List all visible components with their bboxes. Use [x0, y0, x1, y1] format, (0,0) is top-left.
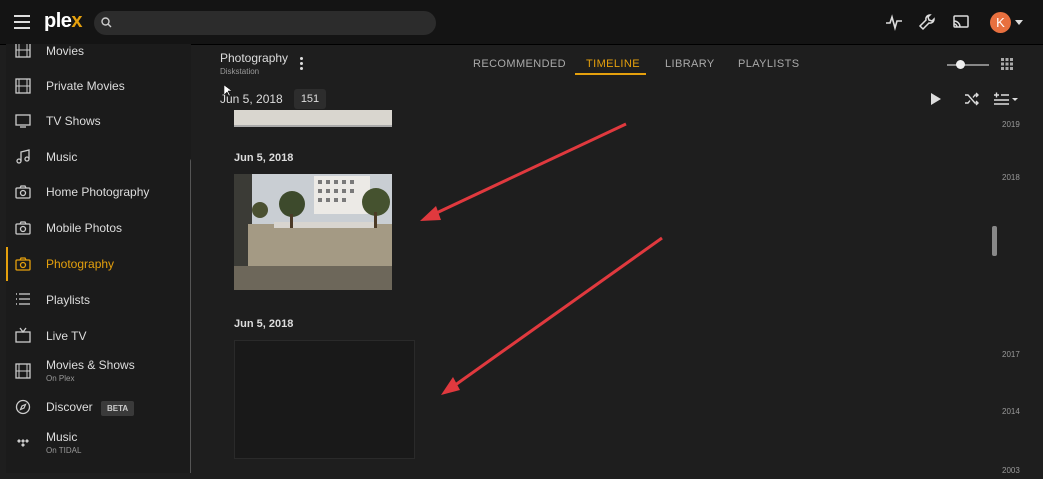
- search-input[interactable]: [120, 14, 424, 34]
- film-icon: [15, 44, 31, 58]
- grid-view-icon[interactable]: [1001, 58, 1013, 70]
- photo-thumbnail-placeholder[interactable]: [234, 340, 415, 459]
- sidebar-item-sublabel: On TIDAL: [46, 446, 82, 455]
- sidebar-item-label: Discover: [46, 400, 93, 414]
- tab-recommended[interactable]: RECOMMENDED: [473, 58, 566, 70]
- timeline-year[interactable]: 2018: [1002, 173, 1020, 182]
- sidebar-item-label: Movies: [46, 44, 85, 58]
- live-tv-icon: [15, 327, 31, 343]
- sidebar-scrollbar[interactable]: [190, 159, 191, 473]
- logo-text: ple: [44, 10, 72, 32]
- annotation-arrow: [450, 236, 663, 390]
- group-date-heading: Jun 5, 2018: [234, 152, 294, 164]
- wrench-icon[interactable]: [917, 12, 937, 32]
- add-to-playlist-icon[interactable]: [993, 92, 1019, 106]
- list-icon: [16, 293, 30, 305]
- timeline-year[interactable]: 2017: [1002, 350, 1020, 359]
- sidebar-item-tv-shows[interactable]: TV Shows: [6, 104, 184, 138]
- tab-playlists[interactable]: PLAYLISTS: [738, 58, 799, 70]
- camera-icon: [15, 221, 31, 235]
- photo-image: [234, 174, 392, 290]
- annotation-arrow: [429, 122, 627, 218]
- zoom-slider[interactable]: [947, 64, 989, 66]
- sidebar-item-label: Movies & Shows: [46, 358, 135, 372]
- group-date-heading: Jun 5, 2018: [234, 318, 294, 330]
- cast-icon[interactable]: [951, 12, 971, 32]
- sidebar: Movies Private Movies TV Shows Music Hom…: [6, 44, 191, 473]
- sidebar-item-label: Music: [46, 150, 78, 164]
- camera-icon: [15, 185, 31, 199]
- timeline-year[interactable]: 2003: [1002, 466, 1020, 475]
- active-tab-indicator: [575, 73, 646, 75]
- sidebar-item-label: Home Photography: [46, 185, 150, 199]
- sidebar-item-label: Music: [46, 430, 78, 444]
- arrowhead: [441, 377, 460, 395]
- timeline-scroll-handle[interactable]: [992, 226, 997, 256]
- arrowhead: [420, 206, 441, 221]
- sidebar-item-label: Mobile Photos: [46, 221, 123, 235]
- sidebar-item-private-movies[interactable]: Private Movies: [6, 69, 184, 103]
- sidebar-item-music-tidal[interactable]: Music On TIDAL: [6, 426, 184, 460]
- sidebar-item-label: Photography: [46, 257, 115, 271]
- film-icon: [15, 78, 31, 94]
- sidebar-item-photography[interactable]: Photography: [6, 247, 186, 281]
- sidebar-item-playlists[interactable]: Playlists: [6, 282, 184, 316]
- tab-library[interactable]: LIBRARY: [665, 58, 715, 70]
- sidebar-item-movies[interactable]: Movies: [6, 44, 184, 67]
- library-title: Photography: [220, 51, 289, 65]
- shuffle-icon[interactable]: [964, 92, 980, 106]
- sidebar-item-movies-shows[interactable]: Movies & Shows On Plex: [6, 354, 184, 388]
- tidal-icon: [17, 439, 29, 447]
- timeline-year[interactable]: 2019: [1002, 120, 1020, 129]
- activity-icon[interactable]: [884, 12, 904, 32]
- search-box[interactable]: [94, 11, 436, 35]
- sidebar-item-mobile-photos[interactable]: Mobile Photos: [6, 211, 184, 245]
- tab-timeline[interactable]: TIMELINE: [586, 58, 640, 70]
- hamburger-menu-icon[interactable]: [14, 15, 30, 29]
- more-options-icon[interactable]: [300, 57, 304, 72]
- photo-thumbnail[interactable]: [234, 110, 392, 127]
- play-icon[interactable]: [930, 92, 942, 106]
- beta-badge: BETA: [101, 401, 135, 416]
- sidebar-item-live-tv[interactable]: Live TV: [6, 318, 184, 352]
- plex-logo[interactable]: plex: [44, 10, 83, 33]
- top-bar: plex K: [0, 0, 1043, 45]
- server-name: Diskstation: [220, 67, 260, 76]
- item-count-badge: 151: [294, 89, 326, 109]
- timeline-year[interactable]: 2014: [1002, 407, 1020, 416]
- account-dropdown-icon[interactable]: [1015, 20, 1023, 25]
- zoom-slider-handle[interactable]: [956, 60, 965, 69]
- sidebar-item-label: TV Shows: [46, 114, 101, 128]
- sidebar-item-discover[interactable]: Discover BETA: [6, 390, 184, 424]
- music-note-icon: [16, 149, 30, 164]
- sidebar-item-home-photography[interactable]: Home Photography: [6, 175, 184, 209]
- mouse-cursor-icon: [224, 85, 232, 97]
- tv-icon: [15, 114, 31, 128]
- sidebar-item-label: Live TV: [46, 329, 87, 343]
- search-icon: [101, 17, 112, 28]
- logo-accent: x: [71, 10, 83, 32]
- camera-icon: [15, 257, 31, 271]
- photo-thumbnail[interactable]: [234, 174, 392, 290]
- sidebar-item-sublabel: On Plex: [46, 374, 75, 383]
- sidebar-item-label: Playlists: [46, 293, 91, 307]
- film-icon: [15, 363, 31, 379]
- user-avatar[interactable]: K: [990, 12, 1011, 33]
- sidebar-item-label: Private Movies: [46, 79, 125, 93]
- compass-icon: [15, 399, 31, 415]
- sidebar-item-music[interactable]: Music: [6, 140, 184, 174]
